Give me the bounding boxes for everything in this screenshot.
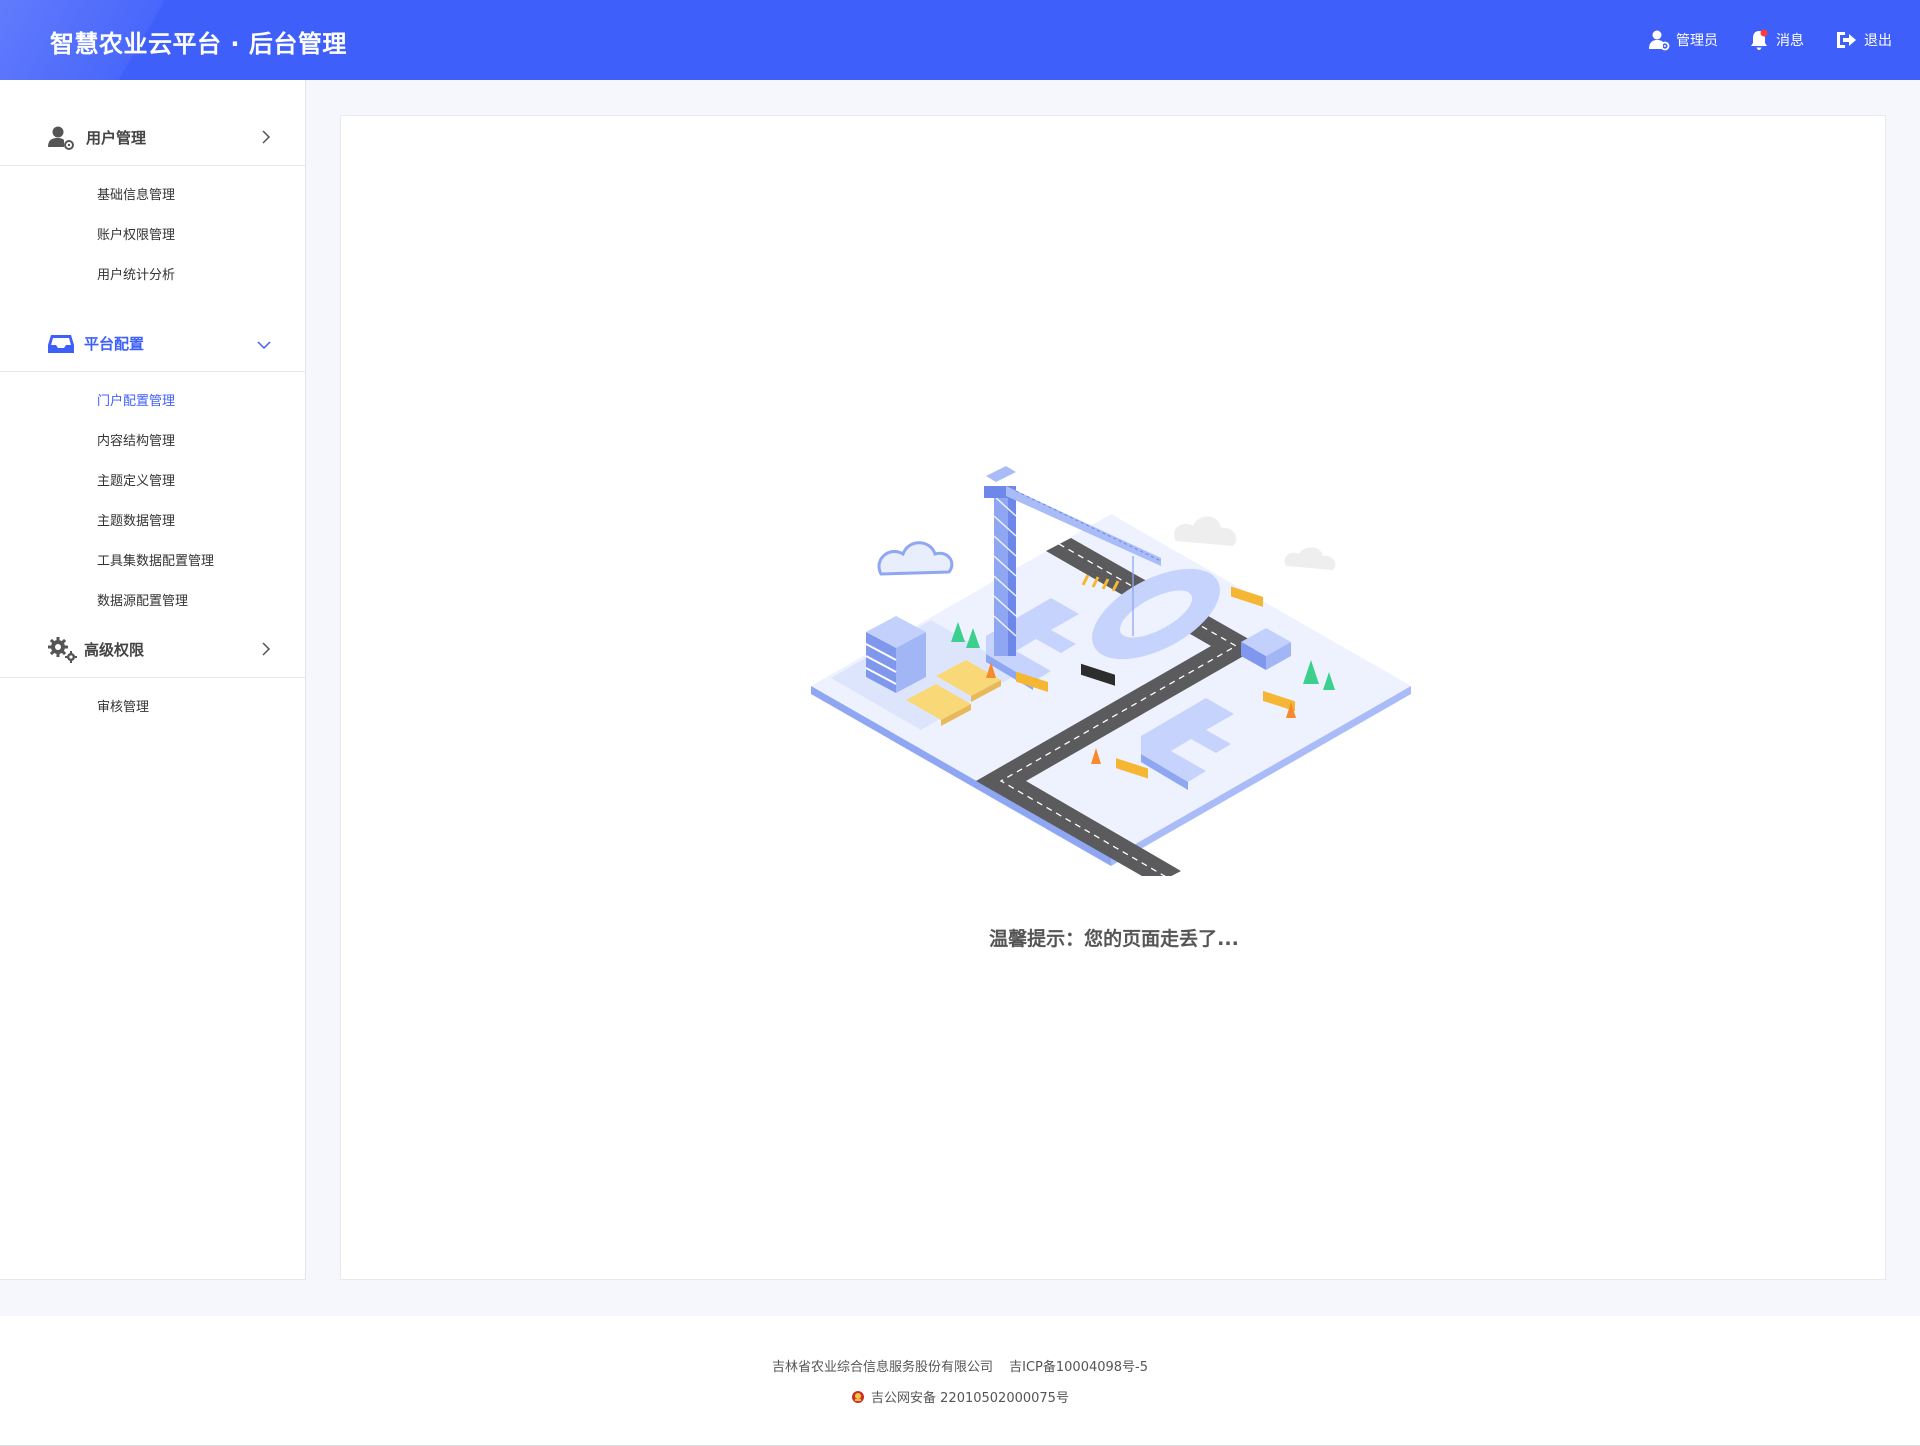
chevron-right-icon [262, 130, 271, 144]
not-found-tip: 温馨提示：您的页面走丢了... [989, 928, 1239, 950]
footer-icp-link[interactable]: 吉ICP备10004098号-5 [1009, 1360, 1148, 1375]
menu-group-platform-config[interactable]: 平台配置 [0, 316, 305, 372]
menu-item-datasource-config[interactable]: 数据源配置管理 [0, 582, 305, 622]
menu-group-label: 高级权限 [84, 641, 145, 659]
chevron-right-icon [262, 642, 271, 656]
sidebar: 用户管理 基础信息管理 账户权限管理 用户统计分析 平台配置 门户配置管理 内容… [0, 80, 306, 1280]
admin-button[interactable]: 管理员 [1648, 29, 1718, 51]
menu-item-toolset-data-config[interactable]: 工具集数据配置管理 [0, 542, 305, 582]
submenu-advanced-permissions: 审核管理 [0, 678, 305, 738]
menu-group-label: 用户管理 [86, 129, 147, 147]
bell-icon [1751, 29, 1768, 50]
footer-police-record-link[interactable]: 吉公网安备 22010502000075号 [871, 1387, 1069, 1406]
building [865, 616, 926, 693]
menu-item-content-structure[interactable]: 内容结构管理 [0, 422, 305, 462]
cloud [1284, 547, 1336, 570]
gears-icon [48, 636, 77, 663]
menu-item-theme-definition[interactable]: 主题定义管理 [0, 462, 305, 502]
chevron-down-icon [257, 341, 271, 350]
logout-icon [1837, 32, 1856, 48]
submenu-platform-config: 门户配置管理 内容结构管理 主题定义管理 主题数据管理 工具集数据配置管理 数据… [0, 372, 305, 632]
top-header: 智慧农业云平台 · 后台管理 管理员 消息 退出 [0, 0, 1920, 80]
logout-label: 退出 [1864, 33, 1892, 49]
menu-group-user-management[interactable]: 用户管理 [0, 110, 305, 166]
menu-item-basic-info[interactable]: 基础信息管理 [0, 176, 305, 216]
menu-item-portal-config[interactable]: 门户配置管理 [0, 382, 305, 422]
menu-group-advanced-permissions[interactable]: 高级权限 [0, 622, 305, 678]
cloud [1174, 516, 1237, 546]
footer-line-1: 吉林省农业综合信息服务股份有限公司 吉ICP备10004098号-5 [0, 1356, 1920, 1375]
logout-button[interactable]: 退出 [1834, 29, 1892, 51]
page-not-found-illustration [811, 466, 1411, 876]
admin-user-icon [1649, 30, 1670, 51]
menu-group-label: 平台配置 [84, 335, 145, 353]
menu-item-theme-data[interactable]: 主题数据管理 [0, 502, 305, 542]
footer-line-2: 吉公网安备 22010502000075号 [0, 1387, 1920, 1406]
messages-label: 消息 [1776, 33, 1804, 49]
submenu-user-management: 基础信息管理 账户权限管理 用户统计分析 [0, 166, 305, 306]
footer-company: 吉林省农业综合信息服务股份有限公司 [771, 1360, 993, 1375]
inbox-tray-icon [48, 334, 74, 353]
menu-item-account-permissions[interactable]: 账户权限管理 [0, 216, 305, 256]
header-actions: 管理员 消息 退出 [1618, 0, 1892, 80]
menu-item-user-statistics[interactable]: 用户统计分析 [0, 256, 305, 296]
page-title: 智慧农业云平台 · 后台管理 [50, 30, 347, 58]
police-badge-icon [852, 1390, 865, 1403]
admin-label: 管理员 [1676, 33, 1718, 49]
cloud [877, 541, 954, 576]
menu-item-review-management[interactable]: 审核管理 [0, 688, 305, 728]
footer: 吉林省农业综合信息服务股份有限公司 吉ICP备10004098号-5 吉公网安备… [0, 1316, 1920, 1446]
main-content: 温馨提示：您的页面走丢了... [340, 115, 1886, 1280]
user-gear-icon [48, 126, 74, 150]
messages-button[interactable]: 消息 [1748, 29, 1804, 51]
